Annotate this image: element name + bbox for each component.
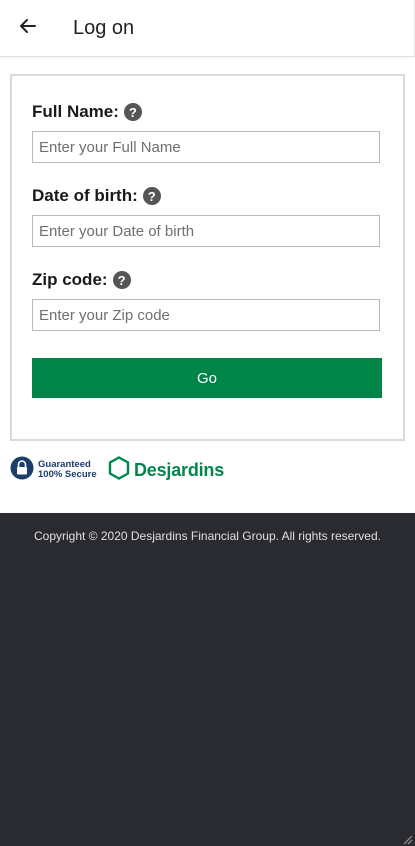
arrow-left-icon (18, 16, 38, 41)
date-of-birth-help-icon[interactable]: ? (142, 187, 161, 205)
date-of-birth-label: Date of birth: ? (32, 185, 161, 207)
full-name-help-icon[interactable]: ? (123, 103, 142, 121)
date-of-birth-label-text: Date of birth: (32, 186, 138, 205)
go-button[interactable]: Go (32, 358, 382, 398)
hexagon-logo-icon (108, 455, 130, 485)
desjardins-logo: Desjardins (108, 455, 225, 485)
zip-code-help-icon[interactable]: ? (112, 271, 131, 289)
page-footer: Copyright © 2020 Desjardins Financial Gr… (0, 513, 415, 846)
zip-code-input[interactable] (32, 299, 380, 331)
full-name-input[interactable] (32, 131, 380, 163)
page: Log on Full Name: ? Date of birth: ? Zip… (0, 0, 415, 846)
logon-form-card: Full Name: ? Date of birth: ? Zip code: … (10, 74, 405, 441)
zip-code-label: Zip code: ? (32, 269, 131, 291)
zip-code-label-text: Zip code: (32, 270, 108, 289)
secure-badge: Guaranteed 100% Secure (10, 456, 97, 485)
desjardins-wordmark: Desjardins (134, 459, 225, 480)
full-name-label: Full Name: ? (32, 101, 142, 123)
secure-badge-text: Guaranteed 100% Secure (38, 460, 97, 480)
date-of-birth-input[interactable] (32, 215, 380, 247)
secure-line-2: 100% Secure (38, 469, 97, 480)
app-header: Log on (0, 0, 415, 57)
resize-grip-icon[interactable] (401, 832, 413, 845)
page-title: Log on (73, 17, 135, 39)
padlock-icon (10, 456, 34, 485)
full-name-label-text: Full Name: (32, 102, 119, 121)
back-button[interactable] (12, 12, 44, 44)
copyright-text: Copyright © 2020 Desjardins Financial Gr… (33, 529, 381, 543)
